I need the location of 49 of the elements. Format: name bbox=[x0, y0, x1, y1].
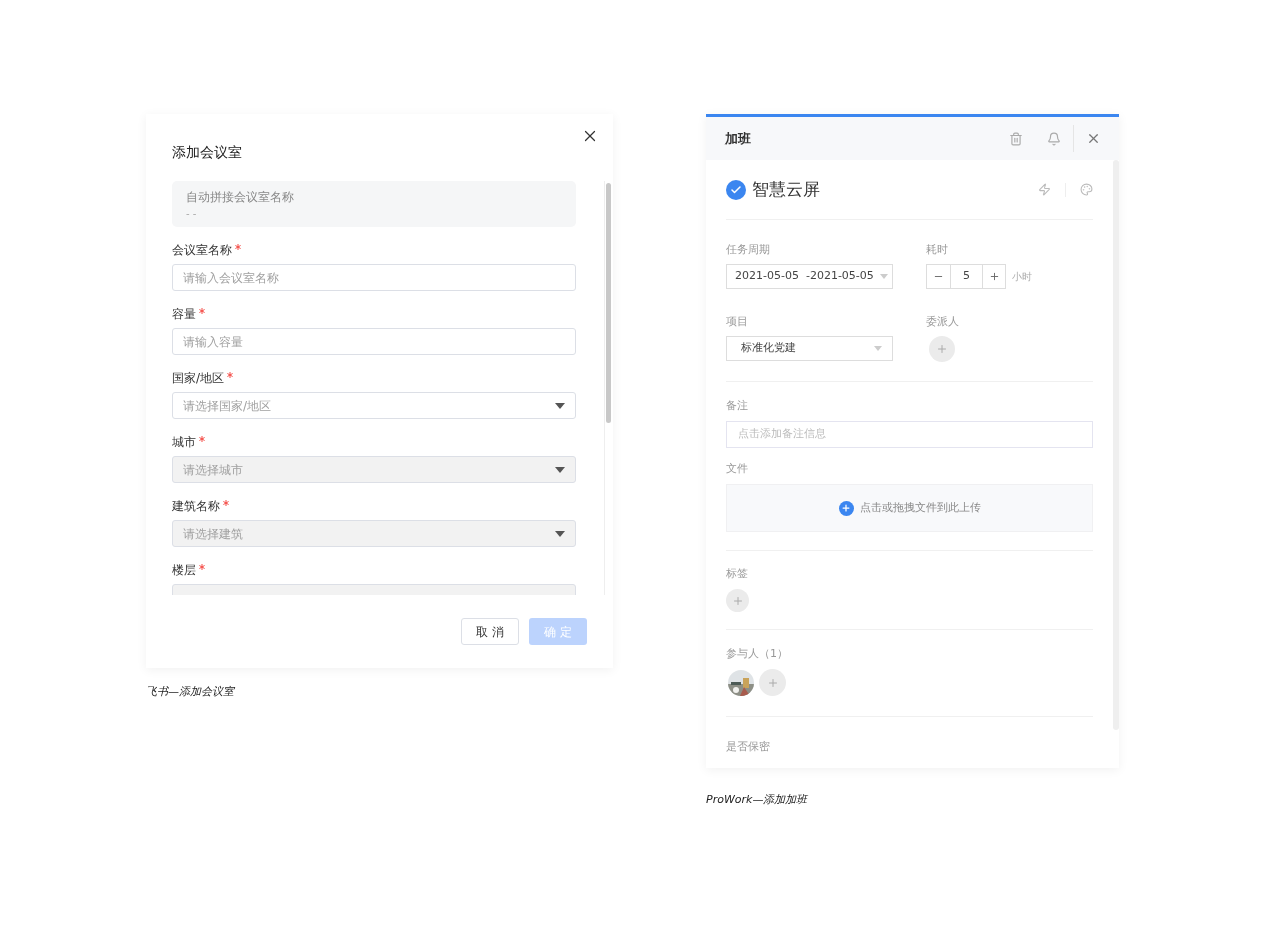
palette-icon[interactable] bbox=[1080, 183, 1093, 196]
scrollbar-thumb[interactable] bbox=[606, 183, 611, 423]
caret-icon bbox=[555, 402, 565, 409]
caret-icon bbox=[874, 346, 882, 351]
field-label: 任务周期 bbox=[726, 243, 771, 257]
field-label: 委派人 bbox=[926, 315, 959, 329]
field-label: 国家/地区 bbox=[172, 370, 225, 386]
trash-icon[interactable] bbox=[1009, 131, 1023, 146]
caret-icon bbox=[555, 530, 565, 537]
field-label: 会议室名称 bbox=[172, 242, 232, 258]
panel-title: 加班 bbox=[725, 129, 752, 148]
unit-label: 小时 bbox=[1012, 270, 1032, 284]
caption: ProWork—添加加班 bbox=[706, 792, 809, 808]
bell-icon[interactable] bbox=[1047, 131, 1061, 146]
date-range-field[interactable]: 2021-05-05 -2021-05-05 bbox=[726, 264, 893, 289]
field-label: 建筑名称 bbox=[172, 498, 220, 514]
add-button[interactable] bbox=[929, 336, 955, 362]
input-field[interactable]: 请输入容量 bbox=[172, 328, 576, 355]
caption: 飞书—添加会议室 bbox=[146, 684, 236, 700]
field-label: 标签 bbox=[726, 567, 749, 581]
project-select[interactable]: 标准化党建 bbox=[726, 336, 893, 361]
lightning-icon[interactable] bbox=[1038, 183, 1051, 196]
dialog-title: 添加会议室 bbox=[172, 144, 242, 160]
task-title: 智慧云屏 bbox=[752, 177, 821, 201]
caret-icon bbox=[555, 466, 565, 473]
plus-icon bbox=[936, 343, 948, 355]
summary-label: 自动拼接会议室名称 bbox=[186, 189, 295, 206]
caret-icon bbox=[880, 274, 888, 279]
field-label: 备注 bbox=[726, 399, 749, 413]
number-stepper[interactable]: 5 bbox=[926, 264, 1006, 289]
field-label: 参与人（1） bbox=[726, 647, 789, 661]
upload-area[interactable]: 点击或拖拽文件到此上传 bbox=[726, 484, 1093, 532]
field-label: 文件 bbox=[726, 462, 749, 476]
add-button[interactable] bbox=[759, 669, 786, 696]
field-label: 城市 bbox=[172, 434, 196, 450]
plus-icon bbox=[766, 676, 779, 689]
field-label: 楼层 bbox=[172, 562, 196, 578]
note-field[interactable]: 点击添加备注信息 bbox=[726, 421, 1093, 448]
summary-value: - - bbox=[186, 207, 198, 221]
field-label: 容量 bbox=[172, 306, 196, 322]
cancel-button[interactable]: 取 消 bbox=[461, 618, 519, 645]
add-button[interactable] bbox=[726, 589, 749, 612]
select-field[interactable]: 请选择国家/地区 bbox=[172, 392, 576, 419]
plus-icon bbox=[731, 594, 744, 607]
field-label: 是否保密 bbox=[726, 740, 770, 753]
stepper-value: 5 bbox=[962, 268, 971, 285]
field-label: 项目 bbox=[726, 315, 749, 329]
input-field[interactable]: 请输入会议室名称 bbox=[172, 264, 576, 291]
field-label: 耗时 bbox=[926, 243, 949, 257]
